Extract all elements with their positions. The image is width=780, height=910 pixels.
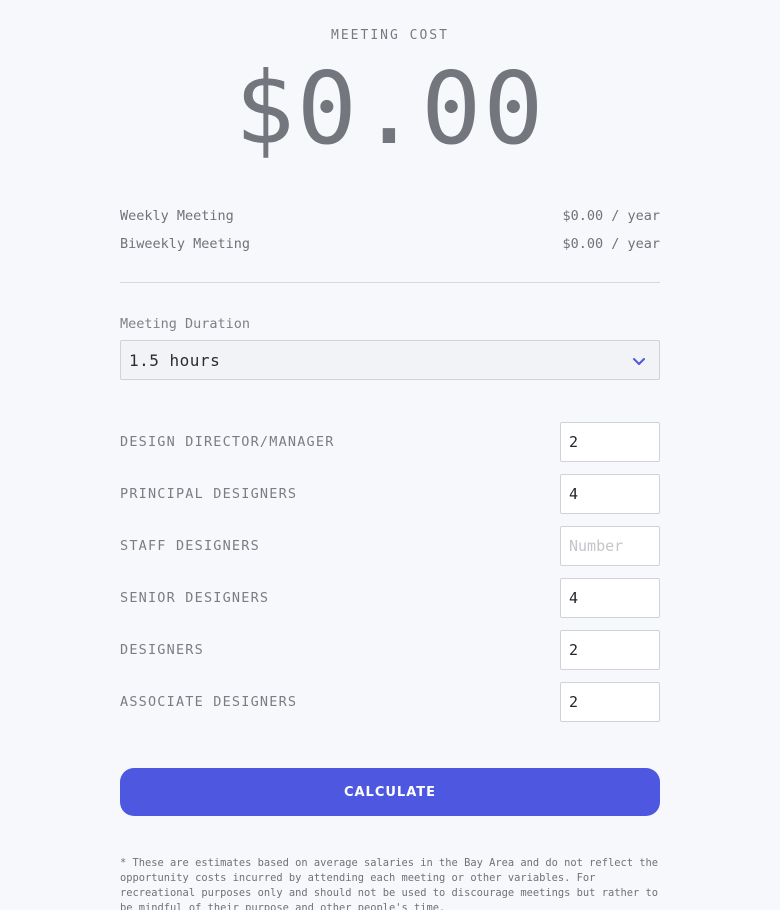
duration-selected-value: 1.5 hours bbox=[129, 350, 221, 370]
role-count-input[interactable] bbox=[560, 578, 660, 618]
role-count-input[interactable] bbox=[560, 526, 660, 566]
role-row-designers: DESIGNERS bbox=[120, 630, 660, 670]
role-label: STAFF DESIGNERS bbox=[120, 538, 260, 554]
calculate-button[interactable]: CALCULATE bbox=[120, 768, 660, 816]
role-count-input[interactable] bbox=[560, 474, 660, 514]
role-label: SENIOR DESIGNERS bbox=[120, 590, 270, 606]
role-label: DESIGNERS bbox=[120, 642, 204, 658]
divider bbox=[120, 282, 660, 283]
meeting-cost-calculator: MEETING COST $0.00 Weekly Meeting $0.00 … bbox=[0, 0, 780, 910]
role-row-associate-designers: ASSOCIATE DESIGNERS bbox=[120, 682, 660, 722]
duration-select[interactable]: 1.5 hours bbox=[120, 340, 660, 380]
role-label: ASSOCIATE DESIGNERS bbox=[120, 694, 298, 710]
summary-label: Biweekly Meeting bbox=[120, 236, 251, 252]
total-cost-value: $0.00 bbox=[234, 50, 546, 167]
summary-row-weekly: Weekly Meeting $0.00 / year bbox=[120, 206, 660, 234]
summary-label: Weekly Meeting bbox=[120, 208, 234, 224]
page-title: MEETING COST bbox=[331, 28, 449, 43]
role-row-staff-designers: STAFF DESIGNERS bbox=[120, 526, 660, 566]
disclaimer-footnote: * These are estimates based on average s… bbox=[120, 857, 658, 910]
role-row-principal-designers: PRINCIPAL DESIGNERS bbox=[120, 474, 660, 514]
cost-summary: Weekly Meeting $0.00 / year Biweekly Mee… bbox=[120, 206, 660, 262]
duration-label: Meeting Duration bbox=[120, 316, 251, 332]
role-row-design-director: DESIGN DIRECTOR/MANAGER bbox=[120, 422, 660, 462]
role-row-senior-designers: SENIOR DESIGNERS bbox=[120, 578, 660, 618]
summary-row-biweekly: Biweekly Meeting $0.00 / year bbox=[120, 234, 660, 262]
role-label: DESIGN DIRECTOR/MANAGER bbox=[120, 434, 335, 450]
chevron-down-icon bbox=[633, 358, 645, 365]
summary-value: $0.00 / year bbox=[562, 208, 660, 224]
summary-value: $0.00 / year bbox=[562, 236, 660, 252]
role-count-input[interactable] bbox=[560, 422, 660, 462]
role-count-input[interactable] bbox=[560, 630, 660, 670]
role-label: PRINCIPAL DESIGNERS bbox=[120, 486, 298, 502]
role-count-input[interactable] bbox=[560, 682, 660, 722]
role-list: DESIGN DIRECTOR/MANAGER PRINCIPAL DESIGN… bbox=[120, 422, 660, 734]
